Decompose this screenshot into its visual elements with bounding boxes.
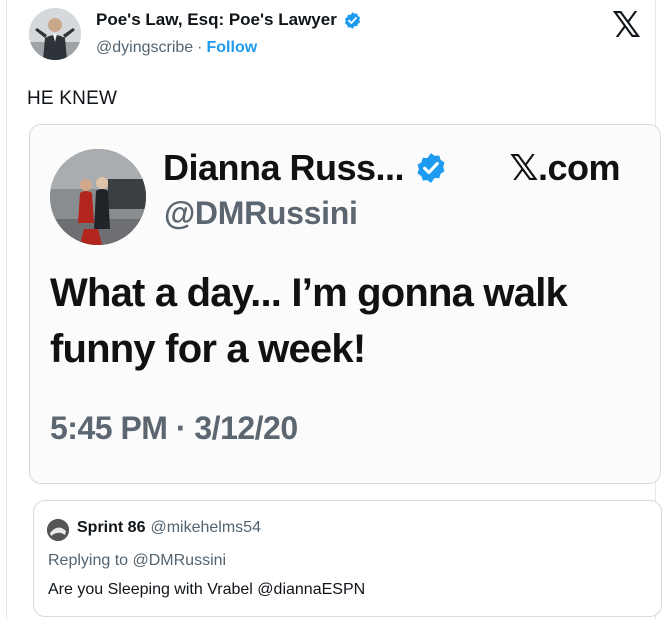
embedded-screenshot[interactable]: Dianna Russ... 𝕏.com @DMRussini What a d… bbox=[29, 124, 661, 484]
author-avatar[interactable] bbox=[29, 8, 81, 60]
tweet-text: HE KNEW bbox=[27, 88, 118, 109]
replying-to: Replying to @DMRussini bbox=[48, 552, 227, 569]
embedded-timestamp: 5:45 PM · 3/12/20 bbox=[50, 410, 298, 446]
tweet-card: Poe's Law, Esq: Poe's Lawyer @dyingscrib… bbox=[6, 0, 662, 619]
reply-text: Are you Sleeping with Vrabel @diannaESPN bbox=[48, 581, 366, 598]
separator-dot: · bbox=[197, 39, 203, 56]
embedded-verified-icon bbox=[417, 153, 445, 183]
reply-author-handle[interactable]: @mikehelms54 bbox=[150, 519, 261, 536]
reply-header: Sprint 86 @mikehelms54 bbox=[77, 519, 261, 537]
reply-avatar[interactable] bbox=[47, 519, 69, 541]
embedded-tweet-text: What a day... I’m gonna walk funny for a… bbox=[50, 271, 568, 371]
author-handle-row: @dyingscribe · Follow bbox=[96, 39, 257, 57]
embedded-avatar bbox=[50, 149, 146, 245]
embedded-name: Dianna Russ... bbox=[163, 147, 405, 188]
embedded-brand-label: 𝕏.com bbox=[509, 147, 620, 188]
embedded-handle: @DMRussini bbox=[164, 195, 358, 231]
author-name[interactable]: Poe's Law, Esq: Poe's Lawyer bbox=[96, 10, 337, 30]
author-handle[interactable]: @dyingscribe bbox=[96, 39, 193, 56]
reply-author-name[interactable]: Sprint 86 bbox=[77, 519, 145, 536]
verified-icon bbox=[344, 11, 360, 29]
embedded-name-row: Dianna Russ... bbox=[163, 147, 448, 189]
follow-button[interactable]: Follow bbox=[207, 39, 258, 56]
reply-card[interactable]: Sprint 86 @mikehelms54 Replying to @DMRus… bbox=[33, 500, 662, 617]
author-name-row[interactable]: Poe's Law, Esq: Poe's Lawyer bbox=[96, 10, 362, 30]
x-logo-icon[interactable]: 𝕏 bbox=[612, 8, 641, 44]
